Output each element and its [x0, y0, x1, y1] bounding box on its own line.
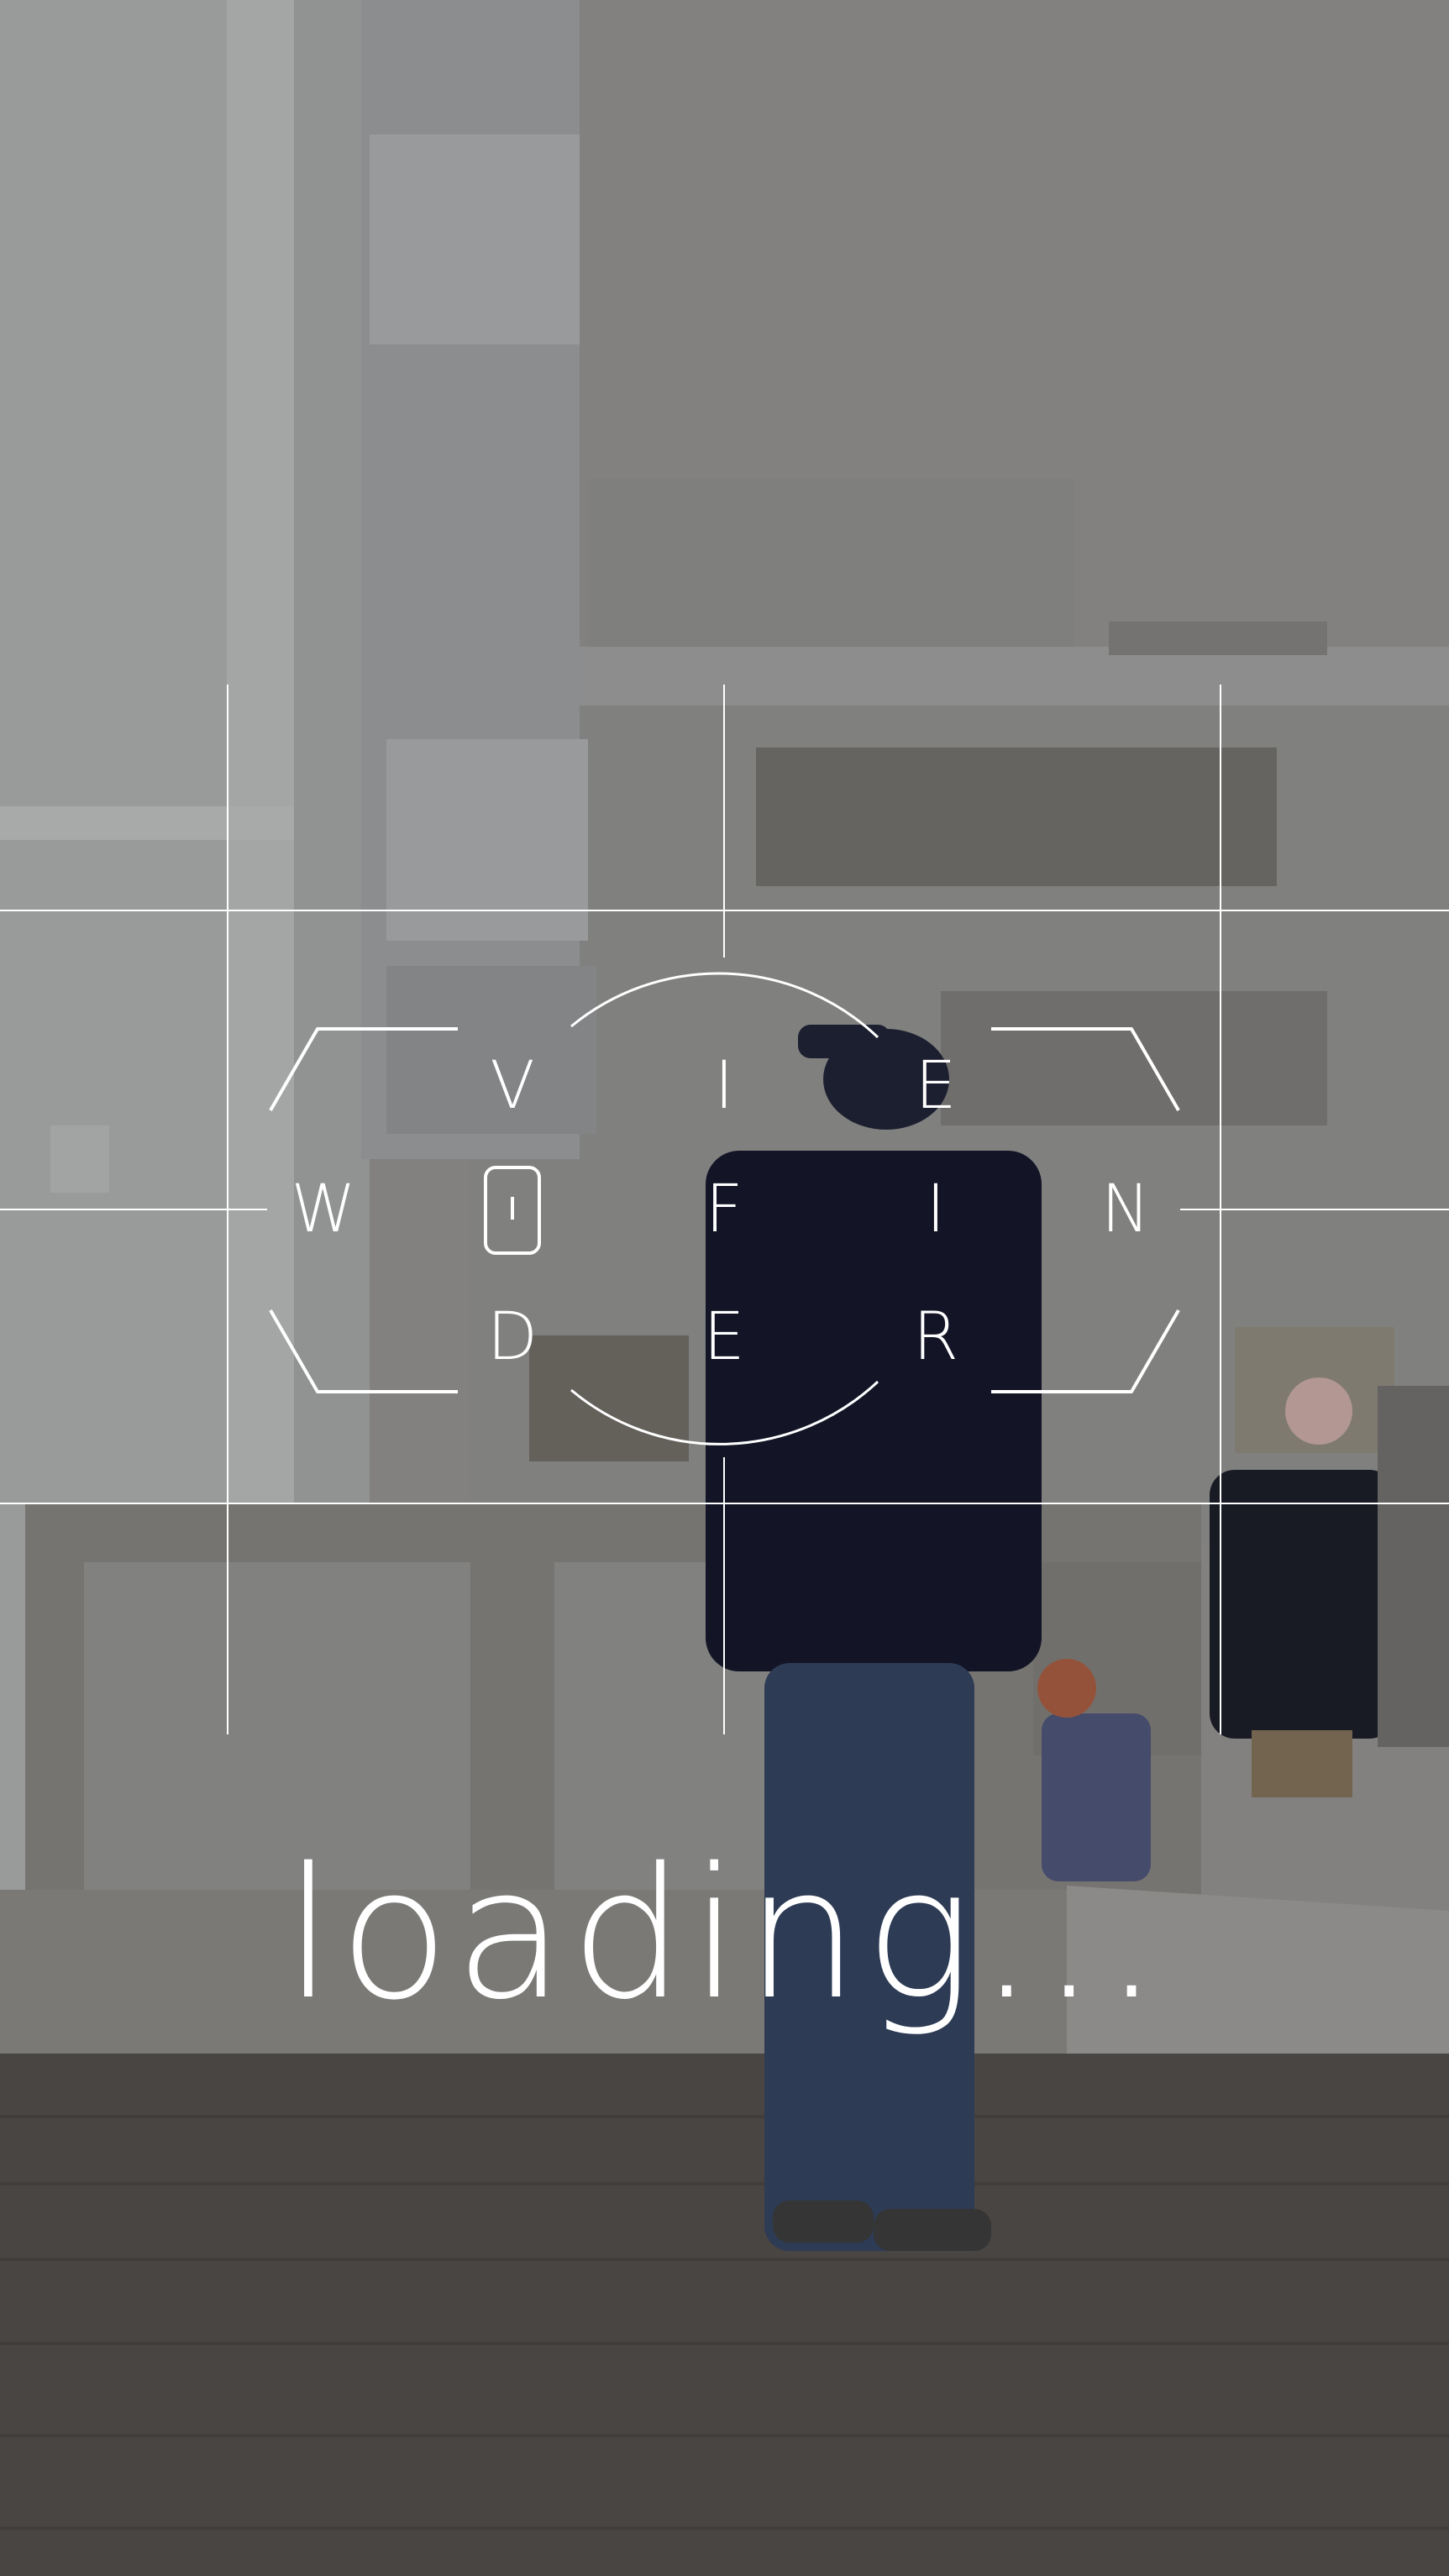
background-photo — [0, 0, 1449, 2576]
logo-letter-e: E — [915, 1048, 957, 1124]
logo-letter-i-2: I — [926, 1172, 946, 1247]
logo-letter-f: F — [705, 1172, 743, 1247]
loading-text: loading... — [283, 1828, 1166, 2039]
logo-letter-d: D — [486, 1299, 538, 1375]
logo-letter-i: I — [714, 1048, 734, 1124]
logo-letter-n: N — [1100, 1172, 1151, 1247]
logo-letter-v: V — [490, 1048, 535, 1124]
logo-letter-w: W — [291, 1172, 356, 1247]
logo-letter-r: R — [912, 1299, 959, 1375]
logo-letter-e-2: E — [703, 1299, 745, 1375]
